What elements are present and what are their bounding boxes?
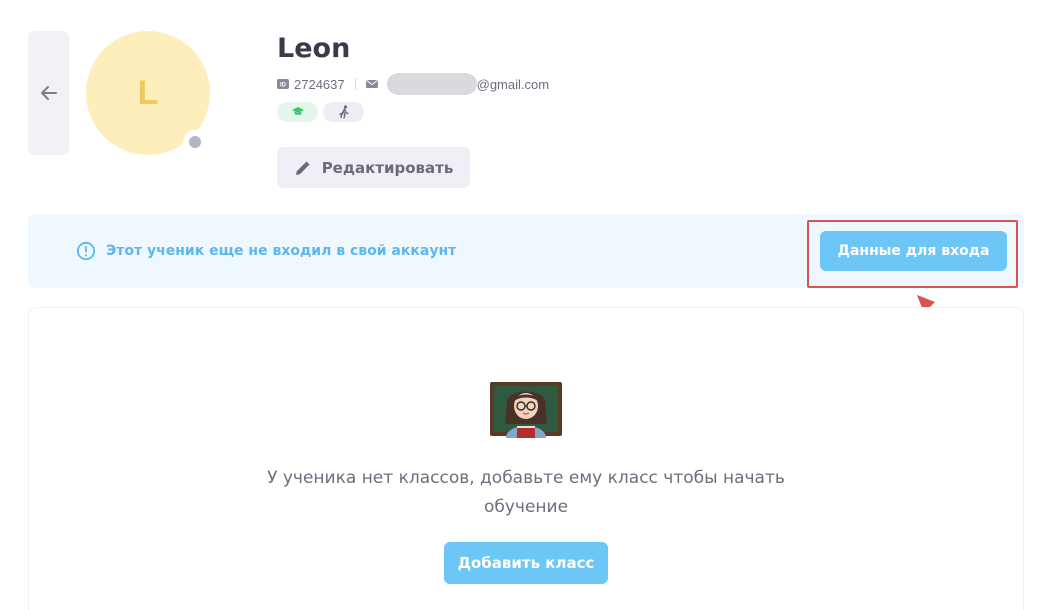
email-redacted xyxy=(386,73,477,95)
meta-divider xyxy=(354,78,356,90)
id-card-icon: ID xyxy=(277,79,289,89)
running-person-badge xyxy=(323,102,364,122)
login-notice: Этот ученик еще не входил в свой аккаунт xyxy=(76,214,456,288)
arrow-left-icon xyxy=(40,86,57,100)
graduation-cap-icon xyxy=(291,107,304,115)
teacher-emoji-icon xyxy=(489,380,563,440)
student-name: Leon xyxy=(277,33,351,64)
no-classes-message: У ученика нет классов, добавьте ему клас… xyxy=(267,468,785,517)
email-domain: @gmail.com xyxy=(476,76,550,92)
student-id: 2724637 xyxy=(294,76,345,92)
edit-button-label: Редактировать xyxy=(321,158,454,177)
back-button[interactable] xyxy=(28,31,69,155)
svg-text:ID: ID xyxy=(280,83,287,89)
annotation-highlight-box xyxy=(807,220,1018,288)
pencil-icon xyxy=(295,161,310,175)
notice-text: Этот ученик еще не входил в свой аккаунт xyxy=(106,243,457,259)
mail-icon xyxy=(365,79,378,89)
running-person-icon xyxy=(338,105,349,119)
info-circle-icon xyxy=(76,241,96,261)
add-class-label: Добавить класс xyxy=(457,554,595,572)
role-badges xyxy=(277,102,364,122)
edit-profile-button[interactable]: Редактировать xyxy=(277,147,470,188)
avatar-letter: L xyxy=(137,73,159,112)
graduation-cap-badge xyxy=(277,102,318,122)
add-class-button[interactable]: Добавить класс xyxy=(444,542,608,584)
online-status-indicator xyxy=(183,130,207,154)
student-profile-page: L Leon ID 2724637 @gmail.com Редактирова… xyxy=(0,0,1056,610)
student-meta: ID 2724637 @gmail.com xyxy=(277,73,550,95)
